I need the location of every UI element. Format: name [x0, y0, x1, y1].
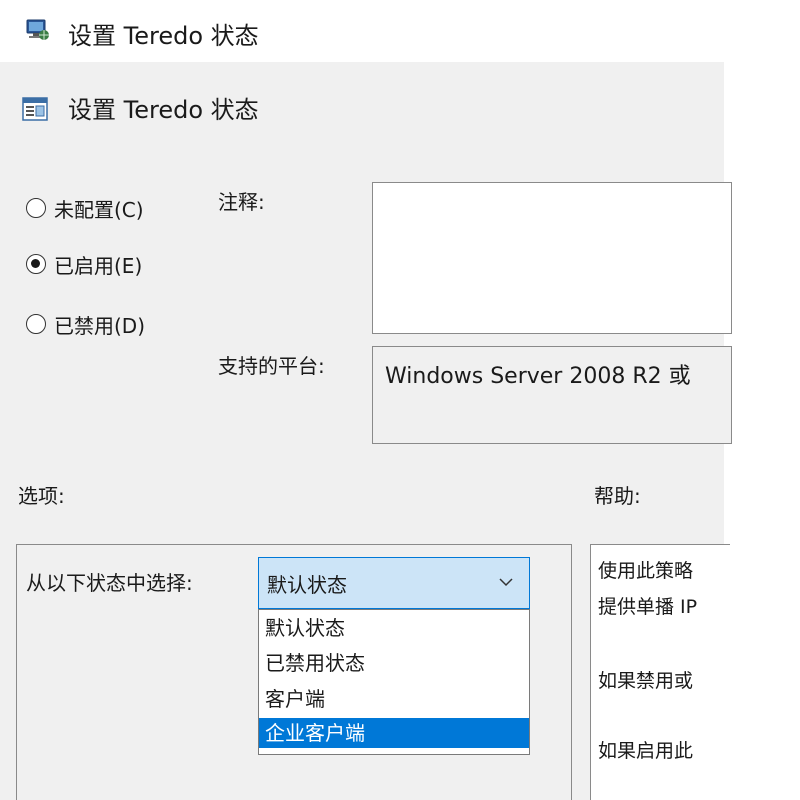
dropdown-option-client[interactable]: 客户端	[259, 684, 529, 714]
select-state-label: 从以下状态中选择:	[26, 571, 193, 595]
panel-clip-area	[724, 62, 800, 800]
radio-circle[interactable]	[26, 314, 46, 334]
help-text-line: 如果启用此	[598, 740, 694, 762]
dropdown-option-default[interactable]: 默认状态	[259, 613, 529, 643]
help-text-line: 如果禁用或	[598, 670, 694, 692]
radio-circle[interactable]	[26, 198, 46, 218]
comment-textarea[interactable]	[372, 182, 732, 334]
radio-label-enabled: 已启用(E)	[54, 253, 143, 278]
dropdown-option-enterprise-client[interactable]: 企业客户端	[259, 718, 529, 748]
radio-circle-checked[interactable]	[26, 254, 46, 274]
state-select-value: 默认状态	[267, 572, 347, 597]
network-computer-icon	[24, 18, 50, 42]
radio-disabled[interactable]: 已禁用(D)	[26, 306, 145, 342]
window-title: 设置 Teredo 状态	[68, 22, 259, 50]
radio-not-configured[interactable]: 未配置(C)	[26, 190, 144, 226]
state-dropdown-list: 默认状态 已禁用状态 客户端 企业客户端	[258, 609, 530, 755]
options-label: 选项:	[18, 484, 65, 508]
radio-label-not-configured: 未配置(C)	[54, 197, 144, 222]
help-label: 帮助:	[594, 484, 641, 508]
state-select[interactable]: 默认状态	[258, 557, 530, 609]
dialog-header-title: 设置 Teredo 状态	[68, 96, 259, 124]
supported-platform-value: Windows Server 2008 R2 或	[385, 364, 691, 389]
radio-label-disabled: 已禁用(D)	[54, 313, 146, 338]
dropdown-option-disabled[interactable]: 已禁用状态	[259, 648, 529, 678]
comment-label: 注释:	[218, 190, 265, 214]
help-text-line: 使用此策略	[598, 560, 694, 582]
radio-enabled[interactable]: 已启用(E)	[26, 246, 142, 282]
help-text-line: 提供单播 IP	[598, 596, 698, 618]
supported-platform-label: 支持的平台:	[218, 354, 325, 378]
policy-settings-icon	[22, 95, 50, 123]
chevron-down-icon[interactable]	[495, 571, 517, 593]
